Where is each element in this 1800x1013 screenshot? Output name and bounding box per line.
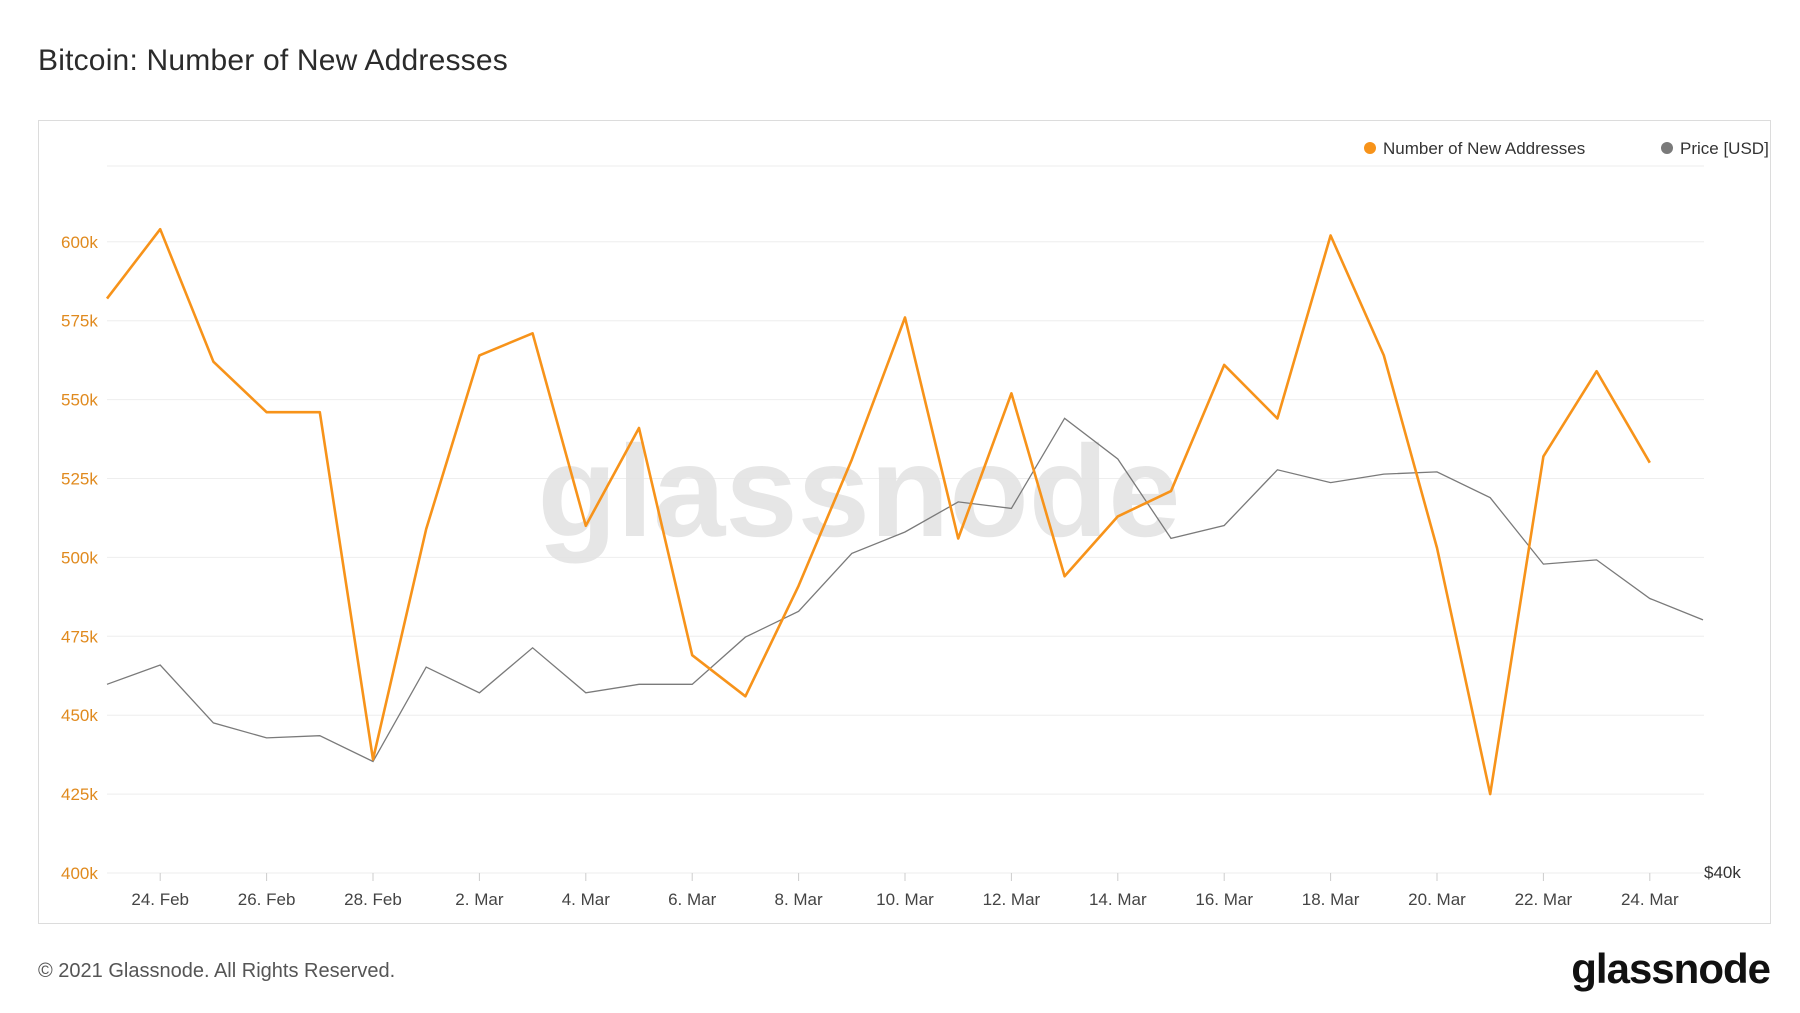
- y-tick-label: 450k: [61, 706, 98, 725]
- y-tick-label: 500k: [61, 548, 98, 567]
- x-tick-label: 10. Mar: [876, 890, 934, 909]
- y-tick-label: 600k: [61, 233, 98, 252]
- x-tick-label: 8. Mar: [775, 890, 824, 909]
- y-tick-label: 400k: [61, 864, 98, 883]
- y-tick-label: 525k: [61, 470, 98, 489]
- x-tick-label: 22. Mar: [1515, 890, 1573, 909]
- y-tick-label: 550k: [61, 391, 98, 410]
- x-tick-label: 24. Mar: [1621, 890, 1679, 909]
- y-tick-label: 575k: [61, 312, 98, 331]
- x-tick-label: 26. Feb: [238, 890, 296, 909]
- glassnode-logo: glassnode: [1571, 945, 1771, 992]
- y-tick-label: 475k: [61, 627, 98, 646]
- legend-marker-price: [1661, 142, 1673, 154]
- y-tick-label: 425k: [61, 785, 98, 804]
- x-tick-label: 24. Feb: [131, 890, 189, 909]
- legend-label-addresses: Number of New Addresses: [1383, 139, 1585, 158]
- right-axis-label: $40k: [1704, 863, 1741, 882]
- x-tick-label: 14. Mar: [1089, 890, 1147, 909]
- legend-label-price: Price [USD]: [1680, 139, 1769, 158]
- x-tick-label: 2. Mar: [455, 890, 504, 909]
- x-tick-label: 18. Mar: [1302, 890, 1360, 909]
- x-tick-label: 6. Mar: [668, 890, 717, 909]
- page-title: Bitcoin: Number of New Addresses: [38, 44, 508, 77]
- chart-frame: 400k 425k 450k 475k 500k 525k 550k 575k 600k $40k…: [38, 120, 1771, 924]
- x-tick-label: 28. Feb: [344, 890, 402, 909]
- copyright-text: © 2021 Glassnode. All Rights Reserved.: [38, 960, 396, 982]
- line-chart: 400k 425k 450k 475k 500k 525k 550k 575k 600k $40k…: [61, 139, 1769, 909]
- legend-marker-addresses: [1364, 142, 1376, 154]
- x-tick-label: 12. Mar: [983, 890, 1041, 909]
- x-tick-label: 20. Mar: [1408, 890, 1466, 909]
- x-tick-label: 16. Mar: [1195, 890, 1253, 909]
- x-tick-label: 4. Mar: [562, 890, 611, 909]
